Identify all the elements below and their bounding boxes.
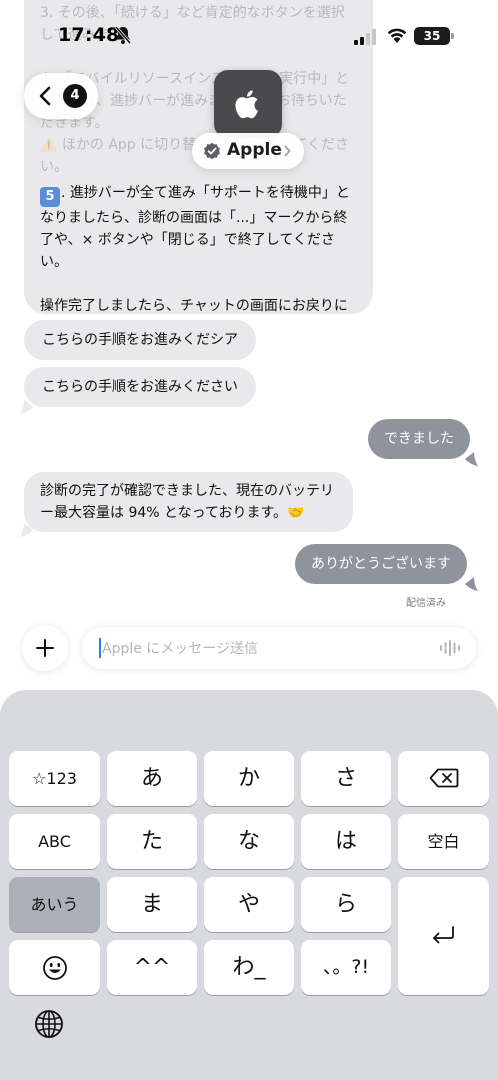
kana-key-ka[interactable]: か xyxy=(204,751,294,806)
kana-key-sa[interactable]: さ xyxy=(301,751,391,806)
message-text: こちらの手順をお進みくだシア xyxy=(42,332,238,348)
message-input-placeholder: Apple にメッセージ送信 xyxy=(102,641,259,657)
bubble-tail-icon xyxy=(20,523,33,537)
space-key[interactable]: 空白 xyxy=(398,814,489,869)
message-text: こちらの手順をお進みください xyxy=(42,379,238,395)
kana-key-na[interactable]: な xyxy=(204,814,294,869)
kana-key-wa[interactable]: わ_ xyxy=(204,940,294,995)
punctuation-key[interactable]: 、。?! xyxy=(301,940,391,995)
keycap-number-icon: 5 xyxy=(40,187,60,207)
japanese-kana-keyboard: ☆123 あ か さ ABC た な は 空白 あいう ま や ら ^^ わ_ … xyxy=(0,690,498,1080)
abc-mode-key[interactable]: ABC xyxy=(9,814,100,869)
numbers-mode-key[interactable]: ☆123 xyxy=(9,751,100,806)
bubble-tail-icon xyxy=(465,577,478,591)
message-bubble-outgoing[interactable]: できました xyxy=(368,419,470,459)
emoji-key[interactable] xyxy=(9,940,100,995)
back-button[interactable]: 4 xyxy=(24,73,98,119)
apple-logo-icon xyxy=(235,90,258,119)
message-bubble-incoming[interactable]: 診断の完了が確認できました、現在のバッテリー最大容量は 94% となっております… xyxy=(24,472,353,532)
globe-icon[interactable] xyxy=(34,1009,64,1039)
status-bar: 17:48 35 xyxy=(0,0,498,60)
dakuten-key[interactable]: ^^ xyxy=(107,940,197,995)
delete-icon xyxy=(429,768,459,788)
contact-name: Apple xyxy=(227,140,282,160)
back-chevron-icon xyxy=(39,86,51,106)
message-text: 診断の完了が確認できました、現在のバッテリー最大容量は 94% となっております… xyxy=(40,483,334,521)
add-attachment-button[interactable] xyxy=(22,625,68,671)
battery-icon: 35 xyxy=(414,27,450,45)
status-time: 17:48 xyxy=(58,24,120,46)
plus-icon xyxy=(36,639,54,657)
kana-key-ya[interactable]: や xyxy=(204,877,294,932)
message-input[interactable]: Apple にメッセージ送信 xyxy=(82,627,476,669)
bubble-tail-icon xyxy=(20,400,33,414)
waveform-icon[interactable] xyxy=(439,640,461,656)
bell-slash-icon xyxy=(114,26,132,44)
emoji-icon xyxy=(43,956,67,980)
kana-mode-key[interactable]: あいう xyxy=(9,877,100,932)
return-key[interactable] xyxy=(398,877,489,995)
bubble-tail-icon xyxy=(465,452,478,466)
verified-icon xyxy=(204,142,220,160)
wifi-icon xyxy=(387,28,407,43)
cellular-signal-icon xyxy=(354,29,376,45)
contact-avatar[interactable] xyxy=(214,70,282,138)
return-icon xyxy=(433,926,454,944)
chevron-right-icon xyxy=(284,145,291,157)
kana-key-ra[interactable]: ら xyxy=(301,877,391,932)
delete-key[interactable] xyxy=(398,751,489,806)
message-bubble-incoming[interactable]: こちらの手順をお進みください xyxy=(24,367,256,407)
kana-key-ta[interactable]: た xyxy=(107,814,197,869)
text-caret xyxy=(99,638,101,658)
message-bubble-incoming[interactable]: こちらの手順をお進みくだシア xyxy=(24,320,256,360)
battery-cap xyxy=(451,33,454,39)
kana-key-ha[interactable]: は xyxy=(301,814,391,869)
kana-key-ma[interactable]: ま xyxy=(107,877,197,932)
message-text: ありがとうございます xyxy=(311,556,451,572)
unread-count-badge: 4 xyxy=(63,84,87,108)
message-bubble-outgoing[interactable]: ありがとうございます xyxy=(295,544,467,584)
contact-name-button[interactable]: Apple xyxy=(192,133,304,169)
kana-key-a[interactable]: あ xyxy=(107,751,197,806)
message-text-step5: 5. 進捗バーが全て進み「サポートを待機中」となりましたら、診断の画面は「...… xyxy=(40,185,350,270)
delivery-status: 配信済み xyxy=(406,598,446,609)
message-text: できました xyxy=(384,431,454,447)
